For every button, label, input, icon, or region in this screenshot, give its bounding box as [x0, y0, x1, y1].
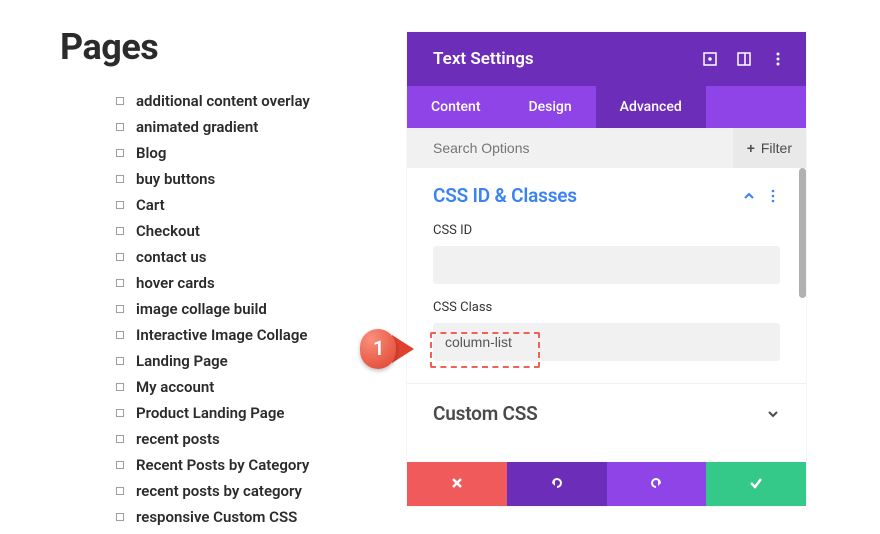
list-item[interactable]: Checkout: [114, 222, 310, 240]
list-item[interactable]: image collage build: [114, 300, 310, 318]
css-class-label: CSS Class: [433, 300, 780, 315]
list-item[interactable]: Interactive Image Collage: [114, 326, 310, 344]
list-item[interactable]: Landing Page: [114, 352, 310, 370]
section-title: Custom CSS: [433, 402, 756, 425]
tab-content[interactable]: Content: [407, 86, 505, 128]
scrollbar[interactable]: [799, 168, 806, 298]
settings-panel: Text Settings Content Design Advanced + …: [407, 32, 806, 506]
list-item[interactable]: Recent Posts by Category: [114, 456, 310, 474]
css-id-input[interactable]: [433, 246, 780, 284]
tabs: Content Design Advanced: [407, 86, 806, 128]
section-css-id-classes: CSS ID & Classes CSS ID CSS Class: [407, 168, 806, 384]
redo-button[interactable]: [607, 462, 707, 506]
tab-advanced[interactable]: Advanced: [596, 86, 706, 128]
list-item[interactable]: recent posts: [114, 430, 310, 448]
section-header[interactable]: Custom CSS: [433, 402, 780, 425]
more-icon[interactable]: [770, 51, 786, 67]
panel-header: Text Settings: [407, 32, 806, 86]
search-input[interactable]: [433, 140, 733, 156]
list-item[interactable]: Blog: [114, 144, 310, 162]
save-button[interactable]: [706, 462, 806, 506]
check-icon: [748, 475, 764, 494]
layout-icon[interactable]: [736, 51, 752, 67]
list-item[interactable]: Product Landing Page: [114, 404, 310, 422]
section-more-icon[interactable]: [766, 189, 780, 203]
field-css-id: CSS ID: [433, 223, 780, 284]
pages-heading: Pages: [60, 26, 158, 68]
pages-list: additional content overlay animated grad…: [114, 92, 310, 534]
section-title: CSS ID & Classes: [433, 184, 732, 207]
list-item[interactable]: contact us: [114, 248, 310, 266]
cancel-button[interactable]: [407, 462, 507, 506]
bottom-bar: [407, 462, 806, 506]
list-item[interactable]: Cart: [114, 196, 310, 214]
callout-number: 1: [373, 336, 384, 360]
list-item[interactable]: responsive Custom CSS: [114, 508, 310, 526]
list-item[interactable]: My account: [114, 378, 310, 396]
css-id-label: CSS ID: [433, 223, 780, 238]
header-icons: [702, 51, 786, 67]
filter-label: Filter: [761, 140, 792, 156]
callout-badge: 1: [360, 329, 420, 369]
section-custom-css: Custom CSS: [407, 384, 806, 443]
plus-icon: +: [747, 140, 755, 156]
filter-button[interactable]: + Filter: [733, 128, 806, 168]
list-item[interactable]: additional content overlay: [114, 92, 310, 110]
css-class-input[interactable]: [433, 323, 780, 361]
expand-icon[interactable]: [702, 51, 718, 67]
list-item[interactable]: recent posts by category: [114, 482, 310, 500]
chevron-down-icon[interactable]: [766, 407, 780, 421]
chevron-up-icon[interactable]: [742, 189, 756, 203]
list-item[interactable]: animated gradient: [114, 118, 310, 136]
undo-button[interactable]: [507, 462, 607, 506]
list-item[interactable]: hover cards: [114, 274, 310, 292]
panel-title: Text Settings: [433, 49, 702, 69]
field-css-class: CSS Class: [433, 300, 780, 361]
list-item[interactable]: buy buttons: [114, 170, 310, 188]
close-icon: [450, 476, 464, 493]
redo-icon: [648, 475, 664, 494]
tab-design[interactable]: Design: [505, 86, 596, 128]
panel-body: CSS ID & Classes CSS ID CSS Class Custom…: [407, 168, 806, 462]
section-header[interactable]: CSS ID & Classes: [433, 184, 780, 207]
undo-icon: [549, 475, 565, 494]
search-row: + Filter: [407, 128, 806, 168]
